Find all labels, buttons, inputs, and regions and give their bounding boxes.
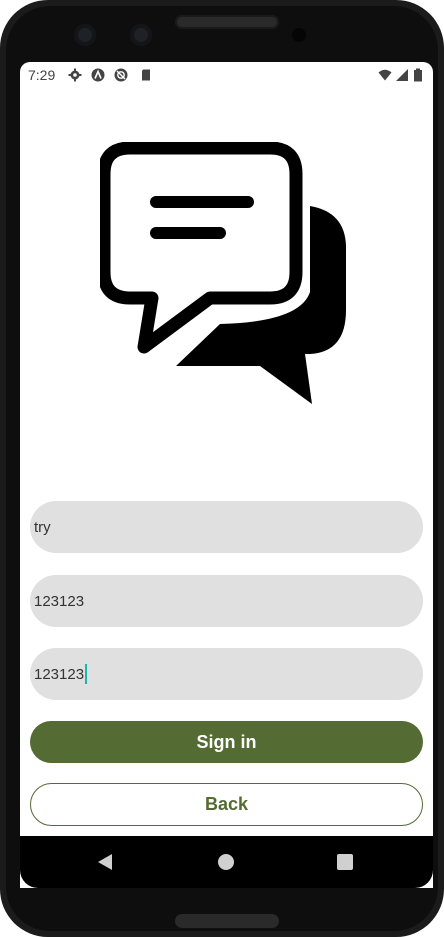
password-field[interactable]: 123123	[30, 575, 423, 627]
confirm-password-value: 123123	[34, 665, 85, 683]
password-value: 123123	[34, 592, 85, 610]
sync-icon	[114, 68, 128, 82]
bottom-speaker	[175, 914, 279, 928]
nav-recents-icon[interactable]	[337, 854, 353, 870]
screen: 7:29 try 123123 123123 Sign in Back	[20, 62, 433, 888]
nav-home-icon[interactable]	[218, 854, 234, 870]
username-field[interactable]: try	[30, 501, 423, 553]
status-time: 7:29	[28, 67, 56, 83]
username-value: try	[34, 518, 51, 536]
sign-in-button[interactable]: Sign in	[30, 721, 423, 763]
back-button[interactable]: Back	[30, 783, 423, 826]
wifi-icon	[378, 69, 392, 81]
front-camera	[74, 24, 96, 46]
front-camera-secondary	[130, 24, 152, 46]
navigation-bar	[20, 836, 433, 888]
sd-card-icon	[142, 69, 150, 81]
settings-icon	[68, 68, 82, 82]
signal-icon	[396, 69, 408, 81]
proximity-sensor	[292, 28, 306, 42]
a-icon	[91, 68, 105, 82]
nav-back-icon[interactable]	[98, 854, 112, 870]
confirm-password-field[interactable]: 123123	[30, 648, 423, 700]
earpiece-speaker	[175, 15, 279, 29]
battery-icon	[414, 68, 422, 82]
chat-bubbles-icon	[100, 142, 346, 404]
status-bar: 7:29	[20, 62, 433, 88]
text-caret	[85, 664, 88, 684]
